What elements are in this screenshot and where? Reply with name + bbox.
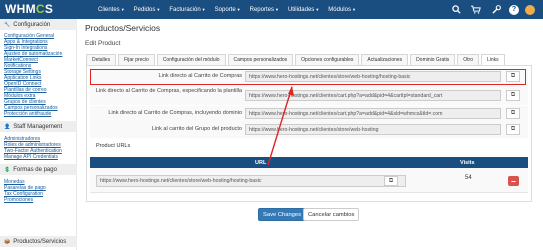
nav-reportes[interactable]: Reportes▼ [250,7,279,13]
sidebar-header-staff: 👤 Staff Management [0,121,77,132]
link-field-product-group[interactable]: https://www.hero-hostings.net/clientes/s… [245,124,501,135]
column-header-visits: Visits [460,159,475,166]
product-tabs: Detalles Fijar precio Configuración del … [86,54,507,65]
visits-count: 54 [465,175,472,181]
tab-opciones-configurables[interactable]: Opciones configurables [295,54,360,65]
product-urls-header: URL Visits [90,157,528,168]
table-row: https://www.hero-hostings.net/clientes/s… [90,168,528,193]
minus-icon [511,180,516,182]
link-field-cart-domain[interactable]: https://www.hero-hostings.net/clientes/c… [245,108,501,119]
whmcs-logo[interactable]: WHMCS [5,2,53,16]
tab-detalles[interactable]: Detalles [86,54,117,65]
tab-actualizaciones[interactable]: Actualizaciones [361,54,409,65]
page-subtitle: Edit Product [85,40,121,47]
avatar[interactable] [525,4,535,15]
sidebar: 🔧 Configuración Configuración General App… [0,19,77,250]
cart-icon[interactable] [469,3,483,17]
highlight-box [90,69,526,85]
nav-utilidades[interactable]: Utilidades▼ [288,7,319,13]
top-navbar: WHMCS Clientes▼ Pedidos▼ Facturación▼ So… [0,0,543,19]
tab-campos-personalizados[interactable]: Campos personalizados [227,54,294,65]
main-nav: Clientes▼ Pedidos▼ Facturación▼ Soporte▼… [98,0,365,19]
copy-icon[interactable]: ⧉ [506,124,520,135]
tab-links[interactable]: Links [480,54,505,65]
page-title: Productos/Servicios [85,23,161,33]
sidebar-link-proteccion-antifraude[interactable]: Protección antifraude [4,111,51,117]
tab-dominio-gratis[interactable]: Dominio Gratis [410,54,456,65]
nav-soporte[interactable]: Soporte▼ [215,7,241,13]
copy-icon[interactable]: ⧉ [384,176,398,186]
link-row-cart-domain: Link directo al Carrito de Compras, incl… [90,106,528,122]
tab-configuracion-modulo[interactable]: Configuración del módulo [156,54,226,65]
money-icon: 💲 [4,166,11,173]
nav-facturacion[interactable]: Facturación▼ [169,7,205,13]
link-label: Link directo al Carrito de Compras, espe… [95,88,242,94]
help-icon[interactable]: ? [509,4,519,15]
link-label: Link directo al Carrito de Compras, incl… [108,110,242,116]
nav-modulos[interactable]: Módulos▼ [328,7,356,13]
nav-pedidos[interactable]: Pedidos▼ [134,7,161,13]
link-label: Link al carrito del Grupo del producto [151,126,242,132]
product-url-field[interactable]: https://www.hero-hostings.net/clientes/s… [96,175,406,187]
user-icon: 👤 [4,123,11,130]
wrench-icon: 🔧 [4,21,11,28]
delete-button[interactable] [508,176,519,186]
sidebar-header-configuracion: 🔧 Configuración [0,19,77,30]
sidebar-header-formas-pago: 💲 Formas de pago [0,164,77,175]
link-row-product-group: Link al carrito del Grupo del producto h… [90,122,528,138]
copy-icon[interactable]: ⧉ [506,108,520,119]
box-icon: 📦 [4,238,11,245]
tab-fijar-precio[interactable]: Fijar precio [118,54,155,65]
sidebar-link-promociones[interactable]: Promociones [4,197,33,203]
column-header-url: URL [255,159,267,166]
cancel-changes-button[interactable]: Cancelar cambios [303,208,360,221]
wrench-icon[interactable] [489,3,503,17]
save-changes-button[interactable]: Save Changes [258,208,307,221]
sidebar-header-productos: 📦 Productos/Servicios [0,236,77,247]
sidebar-link-api-credentials[interactable]: Manage API Credentials [4,154,58,160]
tab-otro[interactable]: Otro [457,54,479,65]
nav-clientes[interactable]: Clientes▼ [98,7,125,13]
search-icon[interactable] [449,3,463,17]
top-icons: ? [443,0,535,19]
copy-icon[interactable]: ⧉ [506,90,520,101]
link-field-cart-template[interactable]: https://www.hero-hostings.net/clientes/c… [245,90,501,101]
link-row-cart-template: Link directo al Carrito de Compras, espe… [90,86,528,105]
product-urls-title: Product URLs [96,143,131,149]
